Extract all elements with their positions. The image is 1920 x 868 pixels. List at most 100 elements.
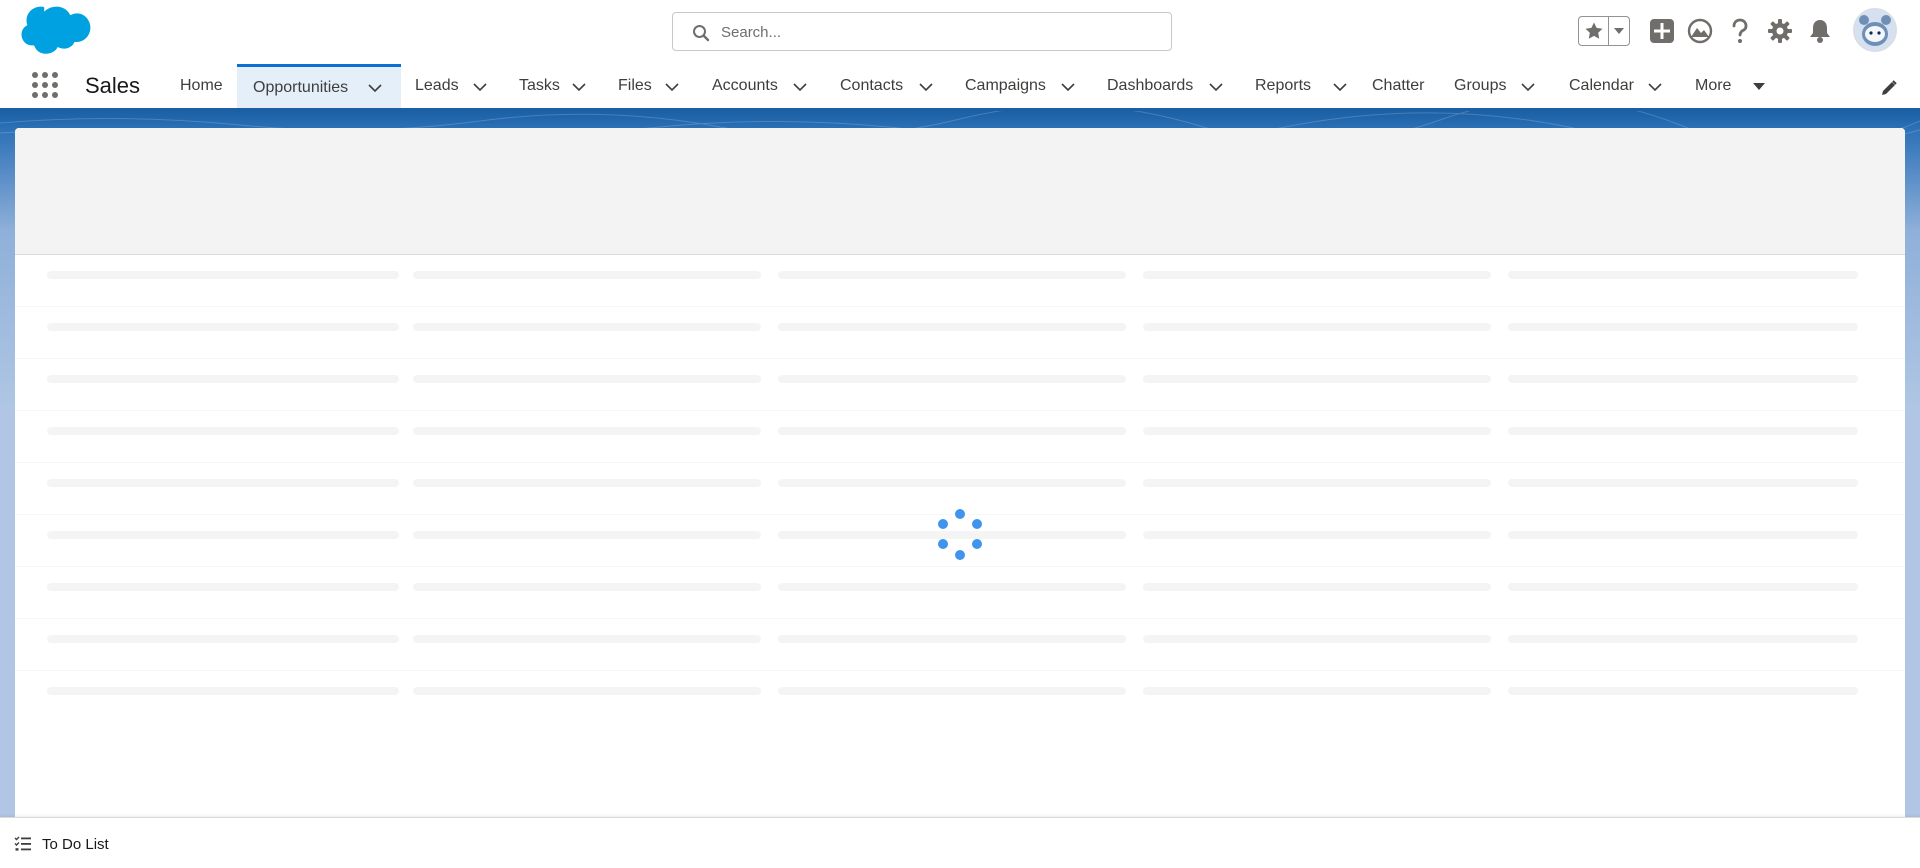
- nav-item-accounts[interactable]: Accounts: [712, 64, 812, 108]
- favorites-button[interactable]: [1579, 17, 1609, 45]
- spinner-dot: [972, 539, 982, 549]
- skeleton-cell: [413, 427, 761, 435]
- chevron-down-icon[interactable]: [1208, 79, 1224, 95]
- table-row: [15, 307, 1905, 359]
- nav-item-label: Calendar: [1569, 77, 1634, 94]
- skeleton-cell: [47, 375, 399, 383]
- table-row: [15, 411, 1905, 463]
- app-navigation-bar: Sales Home Opportunities Leads Tasks Fil…: [0, 64, 1920, 111]
- search-icon: [693, 25, 710, 42]
- skeleton-cell: [413, 583, 761, 591]
- nav-item-reports[interactable]: Reports: [1255, 64, 1351, 108]
- skeleton-cell: [1508, 583, 1858, 591]
- nav-item-tasks[interactable]: Tasks: [519, 64, 591, 108]
- trailhead-icon: [1687, 18, 1713, 44]
- chevron-down-icon[interactable]: [792, 79, 808, 95]
- skeleton-cell: [47, 479, 399, 487]
- chevron-down-icon[interactable]: [1647, 79, 1663, 95]
- nav-item-label: Campaigns: [965, 77, 1046, 94]
- app-launcher-icon[interactable]: [30, 70, 60, 100]
- skeleton-cell: [413, 531, 761, 539]
- astro-avatar-icon: [1855, 10, 1895, 50]
- global-search[interactable]: [672, 12, 1172, 51]
- chevron-down-icon[interactable]: [1332, 79, 1348, 95]
- skeleton-cell: [1508, 479, 1858, 487]
- table-row: [15, 567, 1905, 619]
- checklist-icon: [14, 836, 31, 851]
- list-view-header-placeholder: [15, 128, 1905, 255]
- app-name: Sales: [85, 73, 141, 98]
- skeleton-cell: [1508, 427, 1858, 435]
- help-button[interactable]: [1726, 17, 1754, 45]
- skeleton-cell: [1508, 271, 1858, 279]
- nav-item-more[interactable]: More: [1695, 64, 1775, 108]
- skeleton-cell: [1508, 687, 1858, 695]
- setup-button[interactable]: [1766, 17, 1794, 45]
- caret-down-icon[interactable]: [1751, 78, 1767, 94]
- nav-item-label: Files: [618, 77, 652, 94]
- nav-item-home[interactable]: Home: [180, 64, 232, 108]
- skeleton-cell: [413, 479, 761, 487]
- nav-item-label: Home: [180, 77, 223, 94]
- utility-item-to-do-list[interactable]: To Do List: [14, 834, 109, 854]
- trailhead-button[interactable]: [1686, 17, 1714, 45]
- skeleton-cell: [778, 635, 1126, 643]
- chevron-down-icon[interactable]: [664, 79, 680, 95]
- chevron-down-icon[interactable]: [1060, 79, 1076, 95]
- nav-item-label: Contacts: [840, 77, 904, 94]
- spinner-dot: [938, 539, 948, 549]
- nav-item-label: Dashboards: [1107, 77, 1194, 94]
- gear-icon: [1768, 19, 1792, 43]
- skeleton-cell: [778, 687, 1126, 695]
- table-row: [15, 619, 1905, 671]
- nav-item-contacts[interactable]: Contacts: [840, 64, 940, 108]
- table-row: [15, 359, 1905, 411]
- caret-down-icon: [1614, 28, 1624, 34]
- chevron-down-icon[interactable]: [367, 80, 383, 96]
- loading-spinner: [935, 509, 985, 561]
- user-avatar[interactable]: [1853, 8, 1897, 52]
- nav-item-campaigns[interactable]: Campaigns: [965, 64, 1083, 108]
- salesforce-logo[interactable]: [19, 5, 93, 57]
- nav-item-opportunities[interactable]: Opportunities: [237, 64, 401, 108]
- star-icon: [1585, 22, 1602, 39]
- global-header: [0, 0, 1920, 64]
- skeleton-cell: [413, 271, 761, 279]
- skeleton-cell: [1508, 375, 1858, 383]
- pencil-icon[interactable]: [1880, 79, 1898, 97]
- table-row: [15, 255, 1905, 307]
- nav-item-dashboards[interactable]: Dashboards: [1107, 64, 1229, 108]
- skeleton-cell: [1143, 375, 1491, 383]
- skeleton-cell: [1143, 583, 1491, 591]
- skeleton-cell: [778, 427, 1126, 435]
- chevron-down-icon[interactable]: [918, 79, 934, 95]
- skeleton-cell: [413, 323, 761, 331]
- nav-item-leads[interactable]: Leads: [415, 64, 493, 108]
- nav-item-label: Opportunities: [253, 78, 349, 96]
- nav-item-groups[interactable]: Groups: [1454, 64, 1540, 108]
- skeleton-cell: [1143, 531, 1491, 539]
- utility-bar: To Do List: [0, 817, 1920, 868]
- spinner-dot: [972, 519, 982, 529]
- nav-item-files[interactable]: Files: [618, 64, 682, 108]
- search-input[interactable]: [719, 19, 1159, 45]
- skeleton-cell: [47, 635, 399, 643]
- skeleton-cell: [47, 531, 399, 539]
- nav-item-label: Chatter: [1372, 77, 1425, 94]
- nav-item-chatter[interactable]: Chatter: [1372, 64, 1428, 108]
- skeleton-cell: [47, 427, 399, 435]
- chevron-down-icon[interactable]: [571, 79, 587, 95]
- global-actions-button[interactable]: [1648, 17, 1676, 45]
- nav-item-calendar[interactable]: Calendar: [1569, 64, 1667, 108]
- skeleton-cell: [778, 271, 1126, 279]
- skeleton-cell: [778, 583, 1126, 591]
- skeleton-cell: [1143, 687, 1491, 695]
- chevron-down-icon[interactable]: [1520, 79, 1536, 95]
- skeleton-cell: [47, 323, 399, 331]
- nav-item-label: Reports: [1255, 77, 1312, 94]
- favorites-menu-button[interactable]: [1609, 17, 1629, 45]
- chevron-down-icon[interactable]: [472, 79, 488, 95]
- skeleton-cell: [413, 635, 761, 643]
- spinner-dot: [938, 519, 948, 529]
- notifications-button[interactable]: [1806, 17, 1834, 45]
